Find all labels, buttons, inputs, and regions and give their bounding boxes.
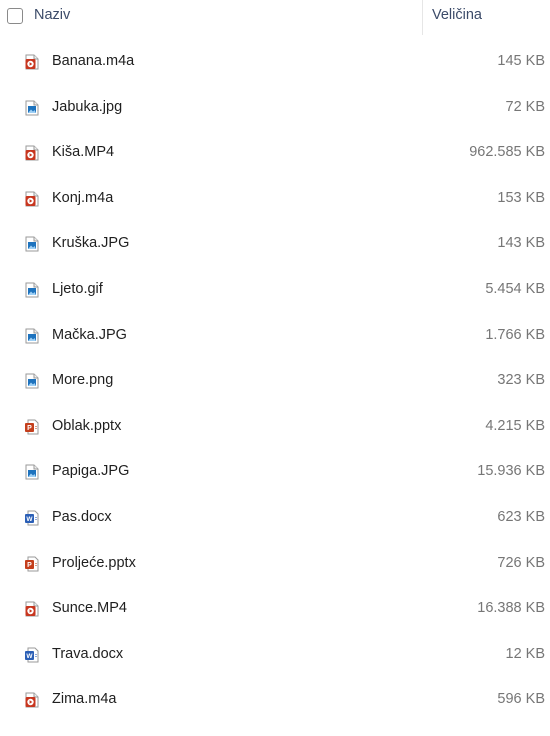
file-row[interactable]: W Pas.docx 623 KB — [0, 508, 550, 554]
file-row[interactable]: Zima.m4a 596 KB — [0, 690, 550, 736]
file-name[interactable]: Jabuka.jpg — [52, 99, 122, 115]
name-column-header[interactable]: Naziv — [34, 7, 70, 23]
file-row[interactable]: Kruška.JPG 143 KB — [0, 234, 550, 280]
image-icon — [25, 373, 39, 389]
file-name[interactable]: Pas.docx — [52, 509, 112, 525]
media-icon — [25, 191, 39, 207]
file-row[interactable]: P Oblak.pptx 4.215 KB — [0, 417, 550, 463]
image-icon — [25, 464, 39, 480]
file-size: 12 KB — [505, 645, 546, 662]
svg-text:P: P — [27, 562, 32, 569]
file-size: 5.454 KB — [485, 280, 545, 297]
sort-indicator-icon: ^ — [211, 0, 216, 5]
file-name[interactable]: Ljeto.gif — [52, 281, 103, 297]
file-size: 15.936 KB — [477, 463, 545, 480]
file-row[interactable]: More.png 323 KB — [0, 371, 550, 417]
file-name[interactable]: Oblak.pptx — [52, 418, 121, 434]
file-name[interactable]: Proljeće.pptx — [52, 555, 136, 571]
word-icon: W — [25, 647, 39, 663]
file-row[interactable]: Kiša.MP4 962.585 KB — [0, 143, 550, 189]
file-row[interactable]: Papiga.JPG 15.936 KB — [0, 462, 550, 508]
file-name[interactable]: Banana.m4a — [52, 53, 134, 69]
file-size: 623 KB — [497, 508, 545, 525]
file-size: 726 KB — [497, 554, 545, 571]
word-icon: W — [25, 510, 39, 526]
file-size: 16.388 KB — [477, 600, 545, 617]
file-name[interactable]: Sunce.MP4 — [52, 600, 127, 616]
file-row[interactable]: Jabuka.jpg 72 KB — [0, 98, 550, 144]
file-size: 596 KB — [497, 691, 545, 708]
powerpoint-icon: P — [25, 556, 39, 572]
image-icon — [25, 100, 39, 116]
select-all-checkbox[interactable] — [7, 8, 23, 24]
file-size: 153 KB — [497, 189, 545, 206]
file-row[interactable]: Ljeto.gif 5.454 KB — [0, 280, 550, 326]
file-name[interactable]: Papiga.JPG — [52, 463, 129, 479]
file-row[interactable]: Banana.m4a 145 KB — [0, 52, 550, 98]
powerpoint-icon: P — [25, 419, 39, 435]
column-header: Naziv ^ Veličina — [0, 0, 550, 36]
file-name[interactable]: Trava.docx — [52, 646, 123, 662]
media-icon — [25, 145, 39, 161]
svg-text:W: W — [26, 653, 33, 660]
file-name[interactable]: Mačka.JPG — [52, 327, 127, 343]
file-size: 72 KB — [505, 98, 546, 115]
file-list: Banana.m4a 145 KB Jabuka.jpg 72 KB Kiša.MP… — [0, 52, 550, 736]
file-name[interactable]: Konj.m4a — [52, 190, 113, 206]
svg-text:P: P — [27, 425, 32, 432]
file-size: 323 KB — [497, 372, 545, 389]
file-name[interactable]: More.png — [52, 372, 113, 388]
file-size: 4.215 KB — [485, 417, 545, 434]
file-row[interactable]: Konj.m4a 153 KB — [0, 189, 550, 235]
file-row[interactable]: Sunce.MP4 16.388 KB — [0, 599, 550, 645]
size-column-header[interactable]: Veličina — [432, 7, 482, 23]
file-size: 1.766 KB — [485, 326, 545, 343]
file-row[interactable]: P Proljeće.pptx 726 KB — [0, 554, 550, 600]
media-icon — [25, 692, 39, 708]
file-row[interactable]: W Trava.docx 12 KB — [0, 645, 550, 691]
image-icon — [25, 236, 39, 252]
image-icon — [25, 328, 39, 344]
file-name[interactable]: Kiša.MP4 — [52, 144, 114, 160]
media-icon — [25, 601, 39, 617]
file-row[interactable]: Mačka.JPG 1.766 KB — [0, 326, 550, 372]
file-size: 962.585 KB — [469, 144, 545, 161]
image-icon — [25, 282, 39, 298]
file-name[interactable]: Kruška.JPG — [52, 235, 129, 251]
file-size: 145 KB — [497, 53, 545, 69]
file-size: 143 KB — [497, 235, 545, 252]
media-icon — [25, 54, 39, 70]
column-divider[interactable] — [422, 0, 423, 35]
file-name[interactable]: Zima.m4a — [52, 691, 116, 707]
svg-text:W: W — [26, 516, 33, 523]
